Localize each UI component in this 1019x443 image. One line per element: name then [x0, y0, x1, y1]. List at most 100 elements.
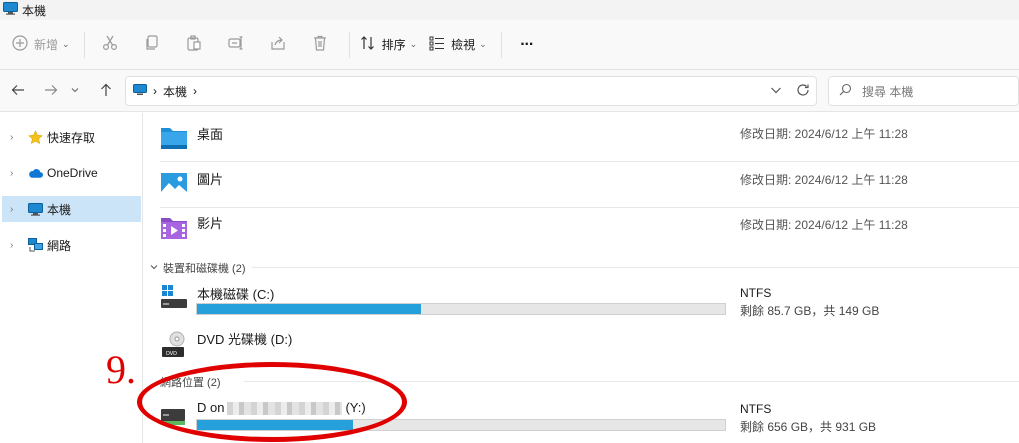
chevron-down-icon: ⌄ [409, 39, 418, 49]
scissors-icon [102, 35, 118, 54]
item-name: 桌面 [197, 127, 224, 142]
drive-usage-bar [196, 303, 726, 315]
view-list-icon [429, 35, 445, 54]
dvd-drive-icon: DVD [160, 329, 188, 362]
address-row: › 本機 › 搜尋 本機 [0, 70, 1019, 112]
list-item-pictures[interactable]: 圖片 修改日期: 2024/6/12 上午 11:28 [160, 166, 1019, 204]
chevron-right-icon[interactable]: › [10, 168, 24, 179]
sidebar-item-onedrive[interactable]: › OneDrive [2, 160, 141, 186]
breadcrumb-separator: › [153, 84, 157, 98]
up-button[interactable] [92, 77, 120, 105]
list-item-videos[interactable]: 影片 修改日期: 2024/6/12 上午 11:28 [160, 212, 1019, 250]
group-header-devices[interactable]: 裝置和磁碟機 (2) [150, 260, 246, 276]
chevron-right-icon[interactable]: › [10, 204, 24, 215]
row-divider [160, 161, 1019, 162]
item-modified: 修改日期: 2024/6/12 上午 11:28 [740, 218, 908, 232]
sidebar-item-network[interactable]: › 網路 [2, 232, 141, 258]
breadcrumb-this-pc[interactable]: 本機 [163, 83, 187, 100]
search-placeholder: 搜尋 本機 [862, 84, 914, 99]
list-item-desktop[interactable]: 桌面 修改日期: 2024/6/12 上午 11:28 [160, 121, 1019, 159]
sidebar-item-quick-access[interactable]: › 快速存取 [2, 124, 141, 150]
drive-free-space: 剩餘 85.7 GB，共 149 GB [740, 304, 880, 318]
chevron-down-icon: ⌄ [479, 39, 487, 49]
network-icon [28, 238, 43, 252]
address-bar[interactable]: › 本機 › [125, 76, 817, 106]
view-label: 檢視 [451, 38, 476, 52]
breadcrumb-separator[interactable]: › [193, 84, 197, 98]
group-divider [252, 267, 1019, 268]
chevron-down-icon: ⌄ [62, 39, 70, 49]
item-name: 圖片 [197, 172, 224, 187]
chevron-right-icon[interactable]: › [10, 132, 24, 143]
refresh-icon[interactable] [796, 83, 810, 100]
navigation-pane: › 快速存取 › OneDrive › 本機 › 網路 [0, 113, 143, 443]
arrow-right-icon [44, 83, 58, 100]
view-button[interactable]: 檢視 ⌄ [429, 29, 487, 61]
drive-usage-fill [197, 304, 421, 314]
list-item-drive-c[interactable]: 本機磁碟 (C:) NTFS 剩餘 85.7 GB，共 149 GB [160, 279, 1019, 323]
command-bar: 新增 ⌄ 排序 ⌄ 檢視 ⌄ ··· [0, 20, 1019, 70]
sidebar-item-label: 快速存取 [47, 130, 96, 145]
arrow-left-icon [11, 83, 25, 100]
sidebar-item-label: 本機 [47, 202, 72, 217]
new-label: 新增 [34, 38, 59, 52]
copy-button[interactable] [137, 29, 167, 61]
desktop-folder-icon [160, 125, 188, 154]
sort-label: 排序 [381, 38, 406, 52]
computer-icon [133, 83, 147, 99]
item-modified: 修改日期: 2024/6/12 上午 11:28 [740, 173, 908, 187]
address-actions [770, 83, 810, 100]
drive-filesystem: NTFS [740, 402, 772, 416]
row-divider [160, 207, 1019, 208]
windows-drive-icon [160, 285, 188, 312]
chevron-down-icon [150, 263, 158, 273]
computer-icon [28, 202, 43, 216]
new-button[interactable]: 新增 ⌄ [12, 29, 70, 61]
arrow-up-icon [99, 83, 113, 100]
paste-button[interactable] [179, 29, 209, 61]
item-name: DVD 光碟機 (D:) [197, 332, 293, 347]
item-name: 本機磁碟 (C:) [197, 287, 275, 302]
annotation-highlight-ellipse [137, 362, 407, 442]
computer-icon [3, 2, 18, 18]
copy-icon [144, 35, 160, 54]
toolbar-divider [83, 31, 85, 58]
chevron-right-icon[interactable]: › [10, 240, 24, 251]
delete-button[interactable] [305, 29, 335, 61]
more-options-button[interactable]: ··· [512, 29, 542, 61]
share-icon [270, 35, 286, 54]
forward-button[interactable] [37, 77, 65, 105]
item-modified: 修改日期: 2024/6/12 上午 11:28 [740, 127, 908, 141]
history-dropdown-icon[interactable] [770, 84, 782, 99]
sidebar-item-this-pc[interactable]: › 本機 [2, 196, 141, 222]
videos-folder-icon [160, 215, 188, 244]
sort-arrows-icon [360, 35, 376, 54]
group-header-label: 裝置和磁碟機 (2) [163, 263, 246, 275]
back-button[interactable] [4, 77, 32, 105]
star-icon [28, 129, 43, 145]
cut-button[interactable] [95, 29, 125, 61]
sidebar-item-label: 網路 [47, 238, 72, 253]
share-button[interactable] [263, 29, 293, 61]
search-input[interactable]: 搜尋 本機 [828, 76, 1019, 106]
toolbar-divider [500, 31, 502, 58]
search-icon [839, 83, 852, 99]
chevron-down-icon [70, 84, 80, 98]
sidebar-item-label: OneDrive [47, 166, 98, 180]
annotation-step-number: 9. [106, 347, 136, 392]
rename-icon [227, 35, 244, 54]
list-item-drive-d[interactable]: DVD DVD 光碟機 (D:) [160, 325, 1019, 367]
drive-free-space: 剩餘 656 GB，共 931 GB [740, 420, 877, 434]
toolbar-divider [348, 31, 350, 58]
rename-button[interactable] [221, 29, 251, 61]
title-bar: 本機 [0, 0, 1019, 20]
cloud-icon [28, 167, 43, 179]
svg-text:DVD: DVD [166, 351, 177, 357]
pictures-folder-icon [160, 170, 188, 199]
sort-button[interactable]: 排序 ⌄ [360, 29, 418, 61]
more-icon: ··· [520, 35, 534, 53]
trash-icon [312, 35, 328, 54]
recent-locations-button[interactable] [65, 77, 85, 105]
item-name: 影片 [197, 216, 224, 231]
clipboard-icon [186, 35, 202, 54]
